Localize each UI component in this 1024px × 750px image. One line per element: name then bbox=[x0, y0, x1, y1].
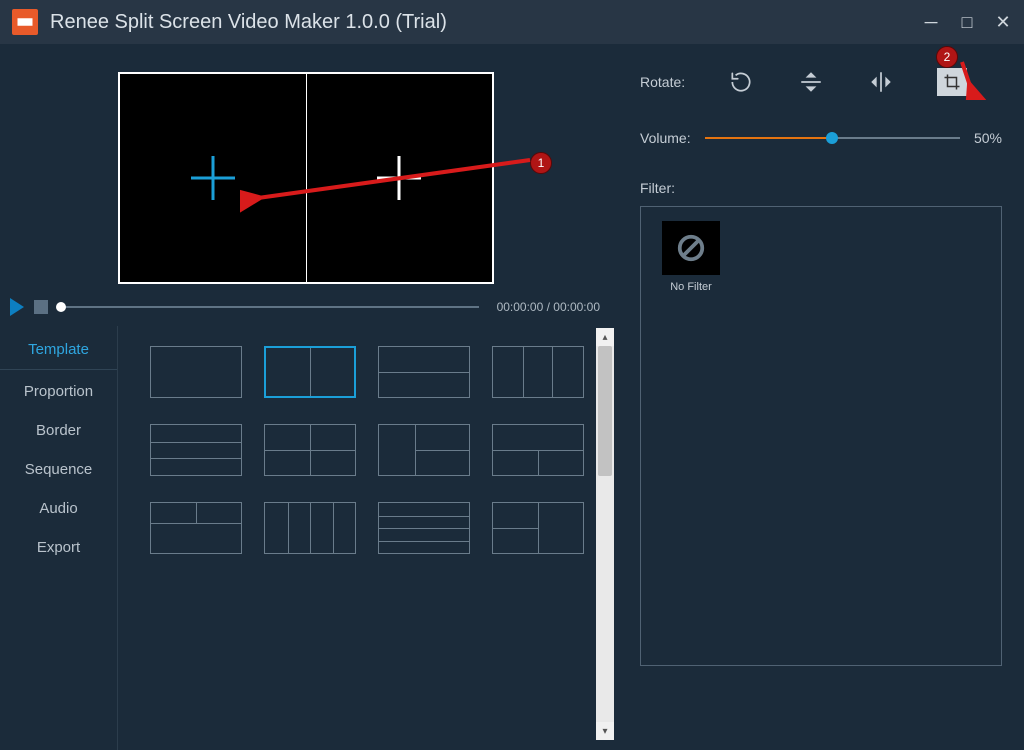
tab-audio[interactable]: Audio bbox=[0, 489, 117, 528]
template-item[interactable] bbox=[378, 424, 470, 476]
preview-slot-1[interactable] bbox=[120, 74, 306, 282]
filter-name: No Filter bbox=[655, 281, 727, 293]
rotate-label: Rotate: bbox=[640, 74, 685, 90]
volume-label: Volume: bbox=[640, 130, 691, 146]
seek-slider[interactable] bbox=[58, 306, 479, 308]
annotation-badge-2: 2 bbox=[936, 46, 958, 68]
template-item[interactable] bbox=[378, 346, 470, 398]
preview-slot-2[interactable] bbox=[306, 74, 493, 282]
minimize-button[interactable]: ─ bbox=[922, 13, 940, 31]
tab-sequence[interactable]: Sequence bbox=[0, 450, 117, 489]
filter-no-filter[interactable]: No Filter bbox=[655, 221, 727, 293]
add-icon bbox=[191, 156, 235, 200]
crop-button[interactable] bbox=[937, 68, 967, 96]
flip-vertical-button[interactable] bbox=[797, 68, 825, 96]
template-item[interactable] bbox=[378, 502, 470, 554]
sidebar-tabs: Template Proportion Border Sequence Audi… bbox=[0, 326, 118, 750]
scroll-thumb[interactable] bbox=[598, 346, 612, 476]
template-scrollbar[interactable]: ▴ ▾ bbox=[596, 328, 614, 740]
volume-value: 50% bbox=[974, 130, 1002, 146]
filter-label: Filter: bbox=[640, 180, 1002, 196]
filter-panel: No Filter bbox=[640, 206, 1002, 666]
playbar: 00:00:00 / 00:00:00 bbox=[0, 284, 618, 326]
maximize-button[interactable]: □ bbox=[958, 13, 976, 31]
preview-canvas bbox=[118, 72, 494, 284]
template-item[interactable] bbox=[150, 346, 242, 398]
close-button[interactable]: ✕ bbox=[994, 13, 1012, 31]
template-item[interactable] bbox=[492, 502, 584, 554]
rotate-cw-button[interactable] bbox=[727, 68, 755, 96]
template-item[interactable] bbox=[150, 424, 242, 476]
tab-template[interactable]: Template bbox=[0, 330, 117, 369]
template-item[interactable] bbox=[492, 346, 584, 398]
flip-horizontal-button[interactable] bbox=[867, 68, 895, 96]
app-logo bbox=[12, 9, 38, 35]
tab-proportion[interactable]: Proportion bbox=[0, 372, 117, 411]
stop-button[interactable] bbox=[34, 300, 48, 314]
template-item[interactable] bbox=[264, 502, 356, 554]
template-item[interactable] bbox=[492, 424, 584, 476]
no-filter-icon bbox=[662, 221, 720, 275]
time-display: 00:00:00 / 00:00:00 bbox=[497, 300, 600, 314]
app-title: Renee Split Screen Video Maker 1.0.0 (Tr… bbox=[50, 11, 447, 34]
add-icon bbox=[377, 156, 421, 200]
play-button[interactable] bbox=[10, 298, 24, 316]
volume-slider[interactable] bbox=[705, 137, 960, 139]
template-item[interactable] bbox=[264, 424, 356, 476]
annotation-badge-1: 1 bbox=[530, 152, 552, 174]
template-grid: ▴ ▾ bbox=[118, 326, 618, 750]
tab-export[interactable]: Export bbox=[0, 528, 117, 567]
scroll-up-icon[interactable]: ▴ bbox=[596, 328, 614, 346]
template-item[interactable] bbox=[264, 346, 356, 398]
scroll-down-icon[interactable]: ▾ bbox=[596, 722, 614, 740]
titlebar: Renee Split Screen Video Maker 1.0.0 (Tr… bbox=[0, 0, 1024, 44]
tab-border[interactable]: Border bbox=[0, 411, 117, 450]
template-item[interactable] bbox=[150, 502, 242, 554]
